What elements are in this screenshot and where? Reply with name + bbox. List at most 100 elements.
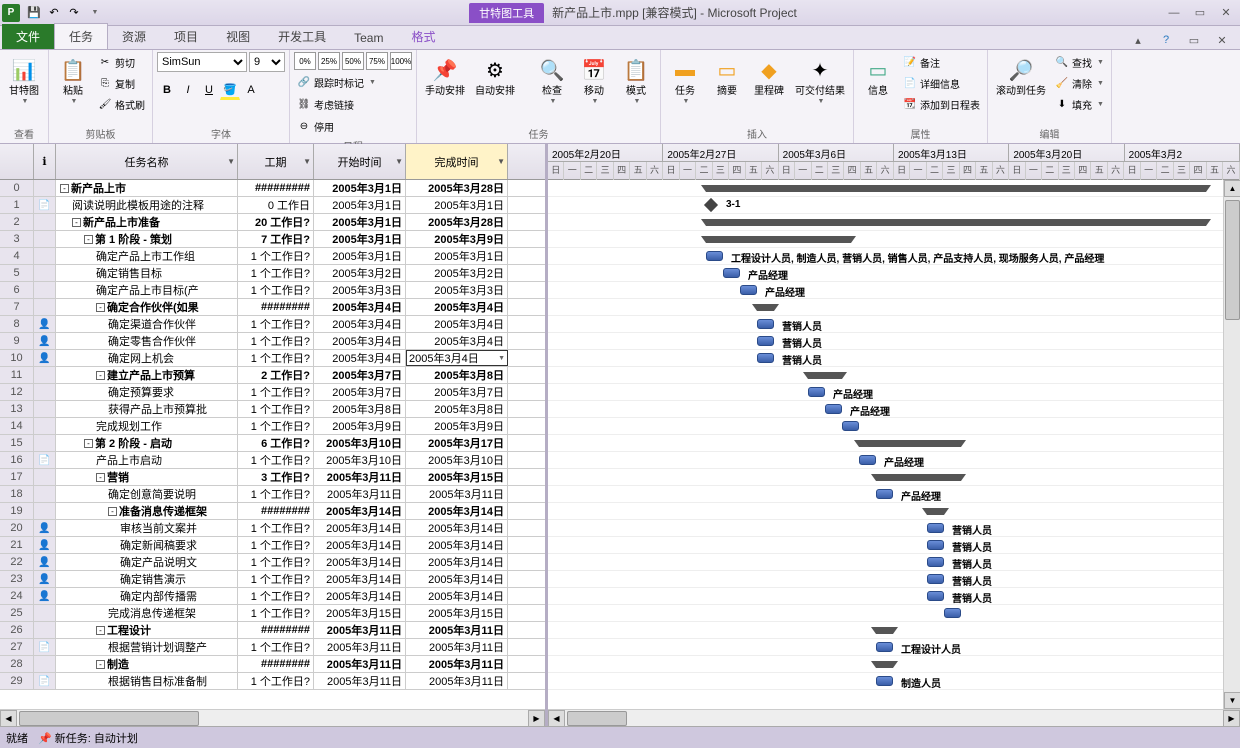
notes-button[interactable]: 📝备注 (900, 52, 983, 72)
day-header[interactable]: 五 (746, 162, 762, 180)
cell-name[interactable]: 确定销售目标 (56, 265, 238, 281)
cell-name[interactable]: 确定网上机会 (56, 350, 238, 366)
cell-name[interactable]: 根据销售目标准备制 (56, 673, 238, 689)
cell-name[interactable]: 确定内部传播需 (56, 588, 238, 604)
week-header[interactable]: 2005年3月6日 (779, 144, 894, 161)
cell-duration[interactable]: 6 工作日? (238, 435, 314, 451)
cell-start[interactable]: 2005年3月14日 (314, 537, 406, 553)
vscroll[interactable]: ▲ ▼ (1223, 180, 1240, 709)
day-header[interactable]: 二 (812, 162, 828, 180)
table-row[interactable]: 27📄根据营销计划调整产1 个工作日?2005年3月11日2005年3月11日 (0, 639, 545, 656)
outline-toggle[interactable]: - (72, 218, 81, 227)
table-row[interactable]: 21👤确定新闻稿要求1 个工作日?2005年3月14日2005年3月14日 (0, 537, 545, 554)
table-row[interactable]: 14完成规划工作1 个工作日?2005年3月9日2005年3月9日 (0, 418, 545, 435)
cell-id[interactable]: 23 (0, 571, 34, 587)
cell-id[interactable]: 29 (0, 673, 34, 689)
day-header[interactable]: 六 (762, 162, 778, 180)
cell-finish[interactable]: 2005年3月8日 (406, 367, 508, 383)
gantt-row[interactable]: 制造人员 (548, 673, 1240, 690)
cell-finish[interactable]: 2005年3月11日 (406, 486, 508, 502)
task-bar[interactable] (842, 421, 859, 431)
cell-finish[interactable]: 2005年3月28日 (406, 180, 508, 196)
day-header[interactable]: 六 (647, 162, 663, 180)
cell-duration[interactable]: 1 个工作日? (238, 554, 314, 570)
cell-id[interactable]: 17 (0, 469, 34, 485)
summary-bar[interactable] (859, 440, 961, 447)
cell-start[interactable]: 2005年3月11日 (314, 656, 406, 672)
qat-customize[interactable]: ▼ (84, 3, 104, 23)
day-header[interactable]: 一 (680, 162, 696, 180)
gantt-row[interactable]: 营销人员 (548, 554, 1240, 571)
table-row[interactable]: 18确定创意简要说明1 个工作日?2005年3月11日2005年3月11日 (0, 486, 545, 503)
cell-indicator[interactable]: 📄 (34, 197, 56, 213)
mode-button[interactable]: 📋模式▼ (616, 52, 656, 107)
cell-name[interactable]: 获得产品上市预算批 (56, 401, 238, 417)
cell-indicator[interactable] (34, 401, 56, 417)
cell-finish[interactable]: 2005年3月28日 (406, 214, 508, 230)
cell-id[interactable]: 11 (0, 367, 34, 383)
gantt-row[interactable]: 产品经理 (548, 265, 1240, 282)
cell-id[interactable]: 7 (0, 299, 34, 315)
gantt-row[interactable]: 产品经理 (548, 452, 1240, 469)
day-header[interactable]: 五 (630, 162, 646, 180)
cell-indicator[interactable] (34, 605, 56, 621)
task-bar[interactable] (723, 268, 740, 278)
cell-id[interactable]: 9 (0, 333, 34, 349)
cell-indicator[interactable]: 👤 (34, 350, 56, 366)
day-header[interactable]: 二 (581, 162, 597, 180)
tab-dev[interactable]: 开发工具 (264, 24, 340, 49)
cell-indicator[interactable]: 👤 (34, 316, 56, 332)
col-header-start[interactable]: 开始时间▼ (314, 144, 406, 179)
day-header[interactable]: 六 (1223, 162, 1239, 180)
cell-duration[interactable]: 1 个工作日? (238, 316, 314, 332)
cell-id[interactable]: 1 (0, 197, 34, 213)
summary-bar[interactable] (876, 627, 893, 634)
day-header[interactable]: 四 (1190, 162, 1206, 180)
cell-duration[interactable]: 20 工作日? (238, 214, 314, 230)
outline-toggle[interactable]: - (96, 303, 105, 312)
cell-start[interactable]: 2005年3月1日 (314, 214, 406, 230)
task-bar[interactable] (876, 642, 893, 652)
cell-id[interactable]: 12 (0, 384, 34, 400)
day-header[interactable]: 六 (993, 162, 1009, 180)
cell-id[interactable]: 20 (0, 520, 34, 536)
cell-finish[interactable]: 2005年3月11日 (406, 639, 508, 655)
fill-color-button[interactable]: 🪣 (220, 80, 240, 100)
cell-name[interactable]: -准备消息传递框架 (56, 503, 238, 519)
help-button[interactable]: ? (1154, 31, 1178, 49)
cell-indicator[interactable] (34, 248, 56, 264)
summary-bar[interactable] (808, 372, 842, 379)
cell-id[interactable]: 26 (0, 622, 34, 638)
cell-finish[interactable]: 2005年3月15日 (406, 469, 508, 485)
cell-finish[interactable]: 2005年3月14日 (406, 520, 508, 536)
find-button[interactable]: 🔍查找▼ (1052, 52, 1107, 72)
day-header[interactable]: 三 (1174, 162, 1190, 180)
day-header[interactable]: 日 (779, 162, 795, 180)
table-row[interactable]: 6确定产品上市目标(产1 个工作日?2005年3月3日2005年3月3日 (0, 282, 545, 299)
cell-id[interactable]: 27 (0, 639, 34, 655)
cell-id[interactable]: 19 (0, 503, 34, 519)
cell-duration[interactable]: 1 个工作日? (238, 248, 314, 264)
day-header[interactable]: 四 (729, 162, 745, 180)
week-header[interactable]: 2005年3月20日 (1009, 144, 1124, 161)
cell-start[interactable]: 2005年3月14日 (314, 520, 406, 536)
qat-undo[interactable]: ↶ (44, 3, 64, 23)
cell-finish[interactable]: 2005年3月4日 (406, 299, 508, 315)
gantt-row[interactable]: 工程设计人员, 制造人员, 营销人员, 销售人员, 产品支持人员, 现场服务人员… (548, 248, 1240, 265)
cell-id[interactable]: 0 (0, 180, 34, 196)
maximize-button[interactable]: ▭ (1188, 4, 1212, 22)
gantt-row[interactable] (548, 231, 1240, 248)
gantt-row[interactable] (548, 299, 1240, 316)
cell-name[interactable]: 确定产品上市目标(产 (56, 282, 238, 298)
outline-toggle[interactable]: - (84, 439, 93, 448)
gantt-row[interactable] (548, 503, 1240, 520)
table-row[interactable]: 15-第 2 阶段 - 启动6 工作日?2005年3月10日2005年3月17日 (0, 435, 545, 452)
table-row[interactable]: 25完成消息传递框架1 个工作日?2005年3月15日2005年3月15日 (0, 605, 545, 622)
day-header[interactable]: 四 (844, 162, 860, 180)
deliverable-button[interactable]: ✦可交付结果▼ (791, 52, 849, 107)
auto-schedule-button[interactable]: ⚙自动安排 (471, 52, 519, 100)
summary-bar[interactable] (876, 661, 893, 668)
cell-name[interactable]: 确定新闻稿要求 (56, 537, 238, 553)
gantt-row[interactable]: 营销人员 (548, 350, 1240, 367)
task-bar[interactable] (757, 353, 774, 363)
